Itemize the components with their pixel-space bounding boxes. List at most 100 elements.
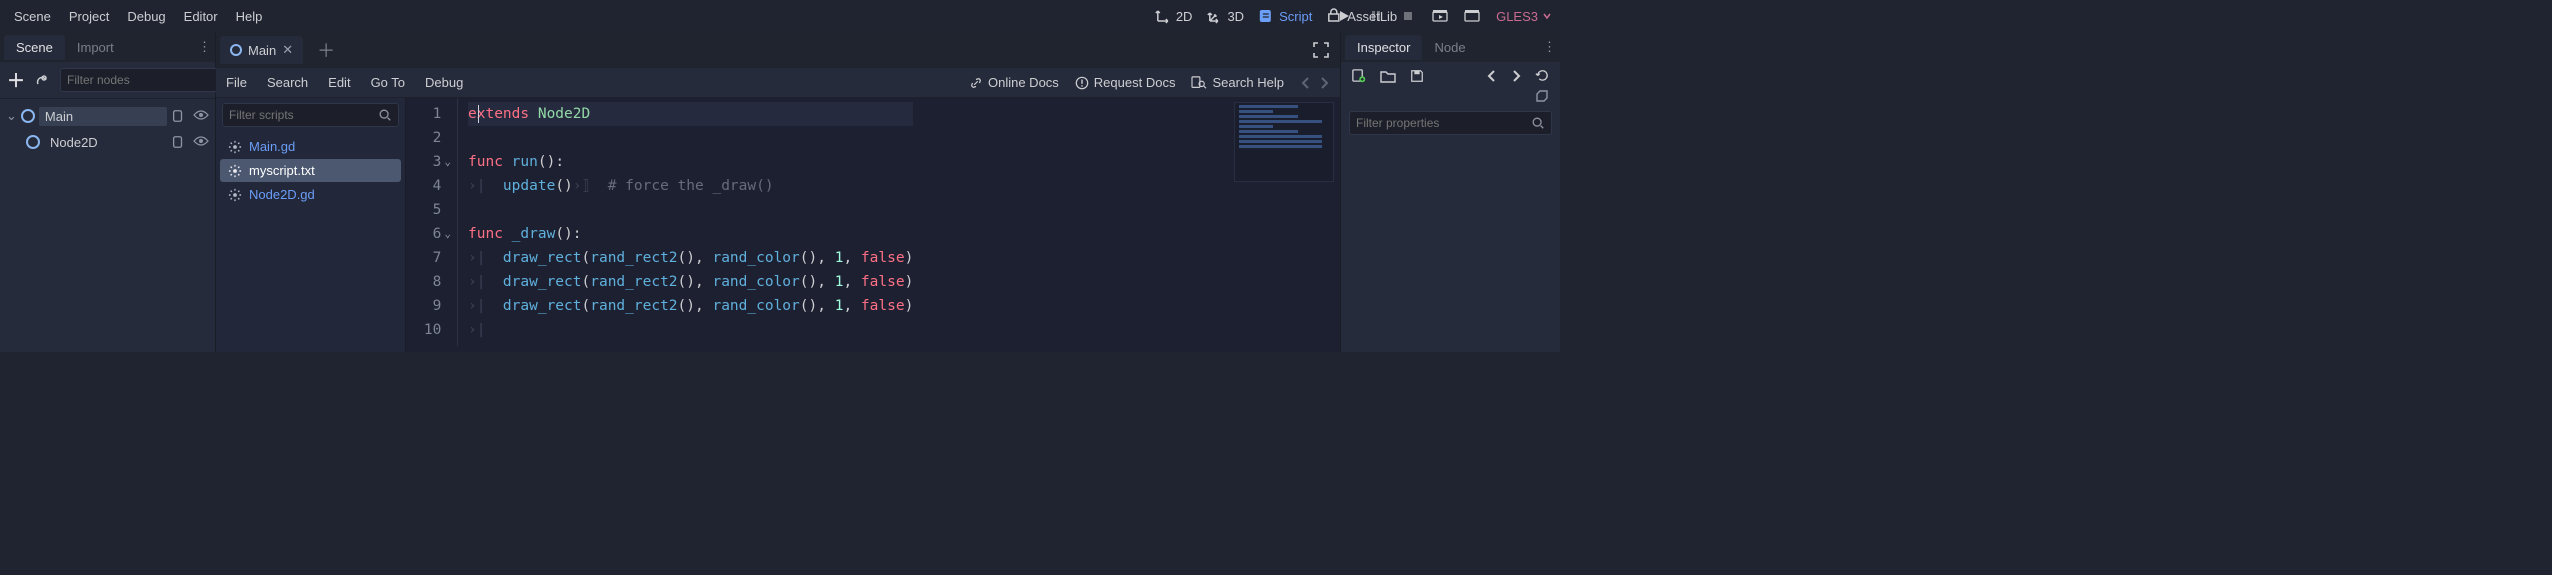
- script-editor: Main ✕ ＋ File Search Edit Go To Debug On…: [216, 32, 1340, 352]
- nav-back-icon[interactable]: [1300, 76, 1312, 90]
- script-list-item[interactable]: Main.gd: [220, 135, 401, 158]
- scene-filter-input[interactable]: [67, 73, 222, 87]
- inspector-filter[interactable]: [1349, 111, 1552, 135]
- minimap[interactable]: [1234, 102, 1334, 182]
- script-list-item[interactable]: myscript.txt: [220, 159, 401, 182]
- script-menu-search[interactable]: Search: [267, 75, 308, 90]
- menu-editor[interactable]: Editor: [184, 9, 218, 24]
- script-list-label: myscript.txt: [249, 163, 315, 178]
- save-resource-icon[interactable]: [1410, 69, 1424, 83]
- search-help-label: Search Help: [1212, 75, 1284, 90]
- gutter-line: 5·: [420, 198, 451, 222]
- tree-row-root[interactable]: ⌄ Main: [2, 103, 213, 129]
- history-forward-icon[interactable]: [1511, 69, 1521, 83]
- script-menu-debug[interactable]: Debug: [425, 75, 463, 90]
- workspace-assetlib[interactable]: AssetLib: [1326, 8, 1397, 24]
- menu-debug[interactable]: Debug: [127, 9, 165, 24]
- node2d-type-icon: [26, 135, 40, 149]
- gutter-line: 6⌄: [420, 222, 451, 246]
- stop-icon[interactable]: [1400, 8, 1416, 24]
- script-menu-edit[interactable]: Edit: [328, 75, 350, 90]
- tab-inspector[interactable]: Inspector: [1345, 35, 1422, 60]
- main-menu: Scene Project Debug Editor Help: [8, 9, 262, 24]
- object-properties-icon[interactable]: [1534, 89, 1550, 105]
- history-back-icon[interactable]: [1487, 69, 1497, 83]
- scene-tab-main[interactable]: Main ✕: [220, 36, 303, 64]
- pause-icon[interactable]: [1368, 8, 1384, 24]
- instance-scene-icon[interactable]: [34, 72, 50, 88]
- script-list-item[interactable]: Node2D.gd: [220, 183, 401, 206]
- collapse-icon[interactable]: ⌄: [6, 108, 17, 124]
- gutter-line: 8·: [420, 270, 451, 294]
- tree-node-label: Node2D: [44, 133, 167, 152]
- tree-row-child[interactable]: Node2D: [2, 129, 213, 155]
- play-scene-icon[interactable]: [1432, 8, 1448, 24]
- distraction-free-icon[interactable]: [1312, 41, 1330, 59]
- add-node-icon[interactable]: ＋: [8, 72, 24, 88]
- renderer-selector[interactable]: GLES3: [1496, 9, 1552, 24]
- tab-node[interactable]: Node: [1422, 35, 1477, 60]
- script-menu-file[interactable]: File: [226, 75, 247, 90]
- visibility-icon[interactable]: [193, 135, 209, 149]
- script-filter-input[interactable]: [229, 108, 378, 122]
- dock-options-icon[interactable]: ⋮: [1543, 39, 1556, 55]
- close-tab-icon[interactable]: ✕: [282, 42, 293, 58]
- script-attached-icon[interactable]: [171, 135, 185, 149]
- inspector-filter-input[interactable]: [1356, 116, 1531, 130]
- script-list-label: Node2D.gd: [249, 187, 315, 202]
- load-resource-icon[interactable]: [1380, 69, 1396, 83]
- code-line[interactable]: ›| draw_rect(rand_rect2(), rand_color(),…: [468, 270, 913, 294]
- renderer-label: GLES3: [1496, 9, 1538, 24]
- workspace-3d-label: 3D: [1227, 9, 1244, 24]
- right-dock: Inspector Node ⋮: [1340, 32, 1560, 352]
- gutter-line: 3⌄: [420, 150, 451, 174]
- code-line[interactable]: ›| update()›⟧ # force the _draw(): [468, 174, 913, 198]
- scene-tabs-bar: Main ✕ ＋: [216, 32, 1340, 68]
- new-resource-icon[interactable]: [1351, 68, 1366, 83]
- play-custom-scene-icon[interactable]: [1464, 8, 1480, 24]
- script-menu-goto[interactable]: Go To: [371, 75, 405, 90]
- scene-tree: ⌄ Main Node2D: [0, 99, 215, 159]
- script-filter[interactable]: [222, 103, 399, 127]
- tab-scene[interactable]: Scene: [4, 35, 65, 60]
- code-line[interactable]: func run():: [468, 150, 913, 174]
- code-line[interactable]: ›| draw_rect(rand_rect2(), rand_color(),…: [468, 294, 913, 318]
- code-line[interactable]: [468, 198, 913, 222]
- tab-import[interactable]: Import: [65, 35, 126, 60]
- workspace-3d[interactable]: 3D: [1206, 8, 1244, 24]
- dock-options-icon[interactable]: ⋮: [198, 39, 211, 55]
- workspace-2d[interactable]: 2D: [1155, 8, 1193, 24]
- menu-project[interactable]: Project: [69, 9, 109, 24]
- menu-help[interactable]: Help: [236, 9, 263, 24]
- script-attached-icon[interactable]: [171, 109, 185, 123]
- gutter-line: 2·: [420, 126, 451, 150]
- search-icon: [1531, 116, 1545, 130]
- script-menubar: File Search Edit Go To Debug Online Docs…: [216, 68, 1340, 98]
- code-line[interactable]: ›| draw_rect(rand_rect2(), rand_color(),…: [468, 246, 913, 270]
- script-list-panel: Main.gd myscript.txt Node2D.gd: [216, 98, 406, 352]
- node2d-type-icon: [230, 44, 242, 56]
- workspace-script[interactable]: Script: [1258, 8, 1312, 24]
- top-menubar: Scene Project Debug Editor Help 2D 3D Sc…: [0, 0, 1560, 32]
- history-icon[interactable]: [1535, 68, 1550, 83]
- add-scene-tab-icon[interactable]: ＋: [309, 37, 343, 63]
- online-docs-link[interactable]: Online Docs: [969, 75, 1059, 90]
- code-editor[interactable]: 1·2·3⌄4·5·6⌄7·8·9·10· extends Node2Dfunc…: [406, 98, 1340, 352]
- text-cursor: [478, 105, 479, 123]
- nav-forward-icon[interactable]: [1318, 76, 1330, 90]
- code-line[interactable]: ›|: [468, 318, 913, 342]
- visibility-icon[interactable]: [193, 109, 209, 123]
- gutter-line: 7·: [420, 246, 451, 270]
- arrow-2d-icon: [1155, 8, 1171, 24]
- request-docs-link[interactable]: Request Docs: [1075, 75, 1176, 90]
- search-help-link[interactable]: Search Help: [1191, 75, 1284, 90]
- workspace-script-label: Script: [1279, 9, 1312, 24]
- workspace-switcher: 2D 3D Script AssetLib: [1155, 0, 1397, 32]
- node2d-type-icon: [21, 109, 35, 123]
- code-lines[interactable]: extends Node2D func run():›| update()›⟧ #…: [458, 98, 923, 346]
- menu-scene[interactable]: Scene: [14, 9, 51, 24]
- code-line[interactable]: func _draw():: [468, 222, 913, 246]
- code-line[interactable]: [468, 126, 913, 150]
- left-dock: Scene Import ⋮ ＋ ⌄ Main: [0, 32, 216, 352]
- code-line[interactable]: extends Node2D: [468, 102, 913, 126]
